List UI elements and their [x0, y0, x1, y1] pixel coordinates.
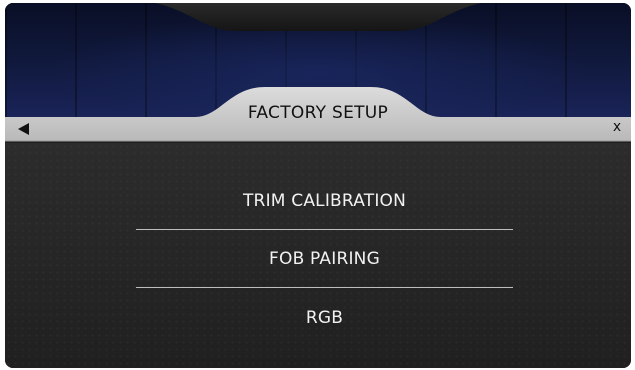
- menu-list: TRIM CALIBRATION FOB PAIRING RGB: [5, 143, 631, 368]
- back-button[interactable]: [15, 121, 37, 137]
- screen: FACTORY SETUP x TRIM CALIBRATION FOB PAI…: [5, 3, 631, 368]
- menu-item-trim-calibration[interactable]: TRIM CALIBRATION: [136, 176, 513, 226]
- close-button[interactable]: x: [609, 117, 625, 137]
- page-title: FACTORY SETUP: [247, 103, 389, 123]
- menu-item-rgb[interactable]: RGB: [136, 293, 513, 343]
- menu-divider: [136, 229, 513, 230]
- back-arrow-icon: [18, 123, 29, 135]
- menu-item-fob-pairing[interactable]: FOB PAIRING: [136, 234, 513, 284]
- menu-divider: [136, 287, 513, 288]
- top-tab-decor: [155, 3, 481, 31]
